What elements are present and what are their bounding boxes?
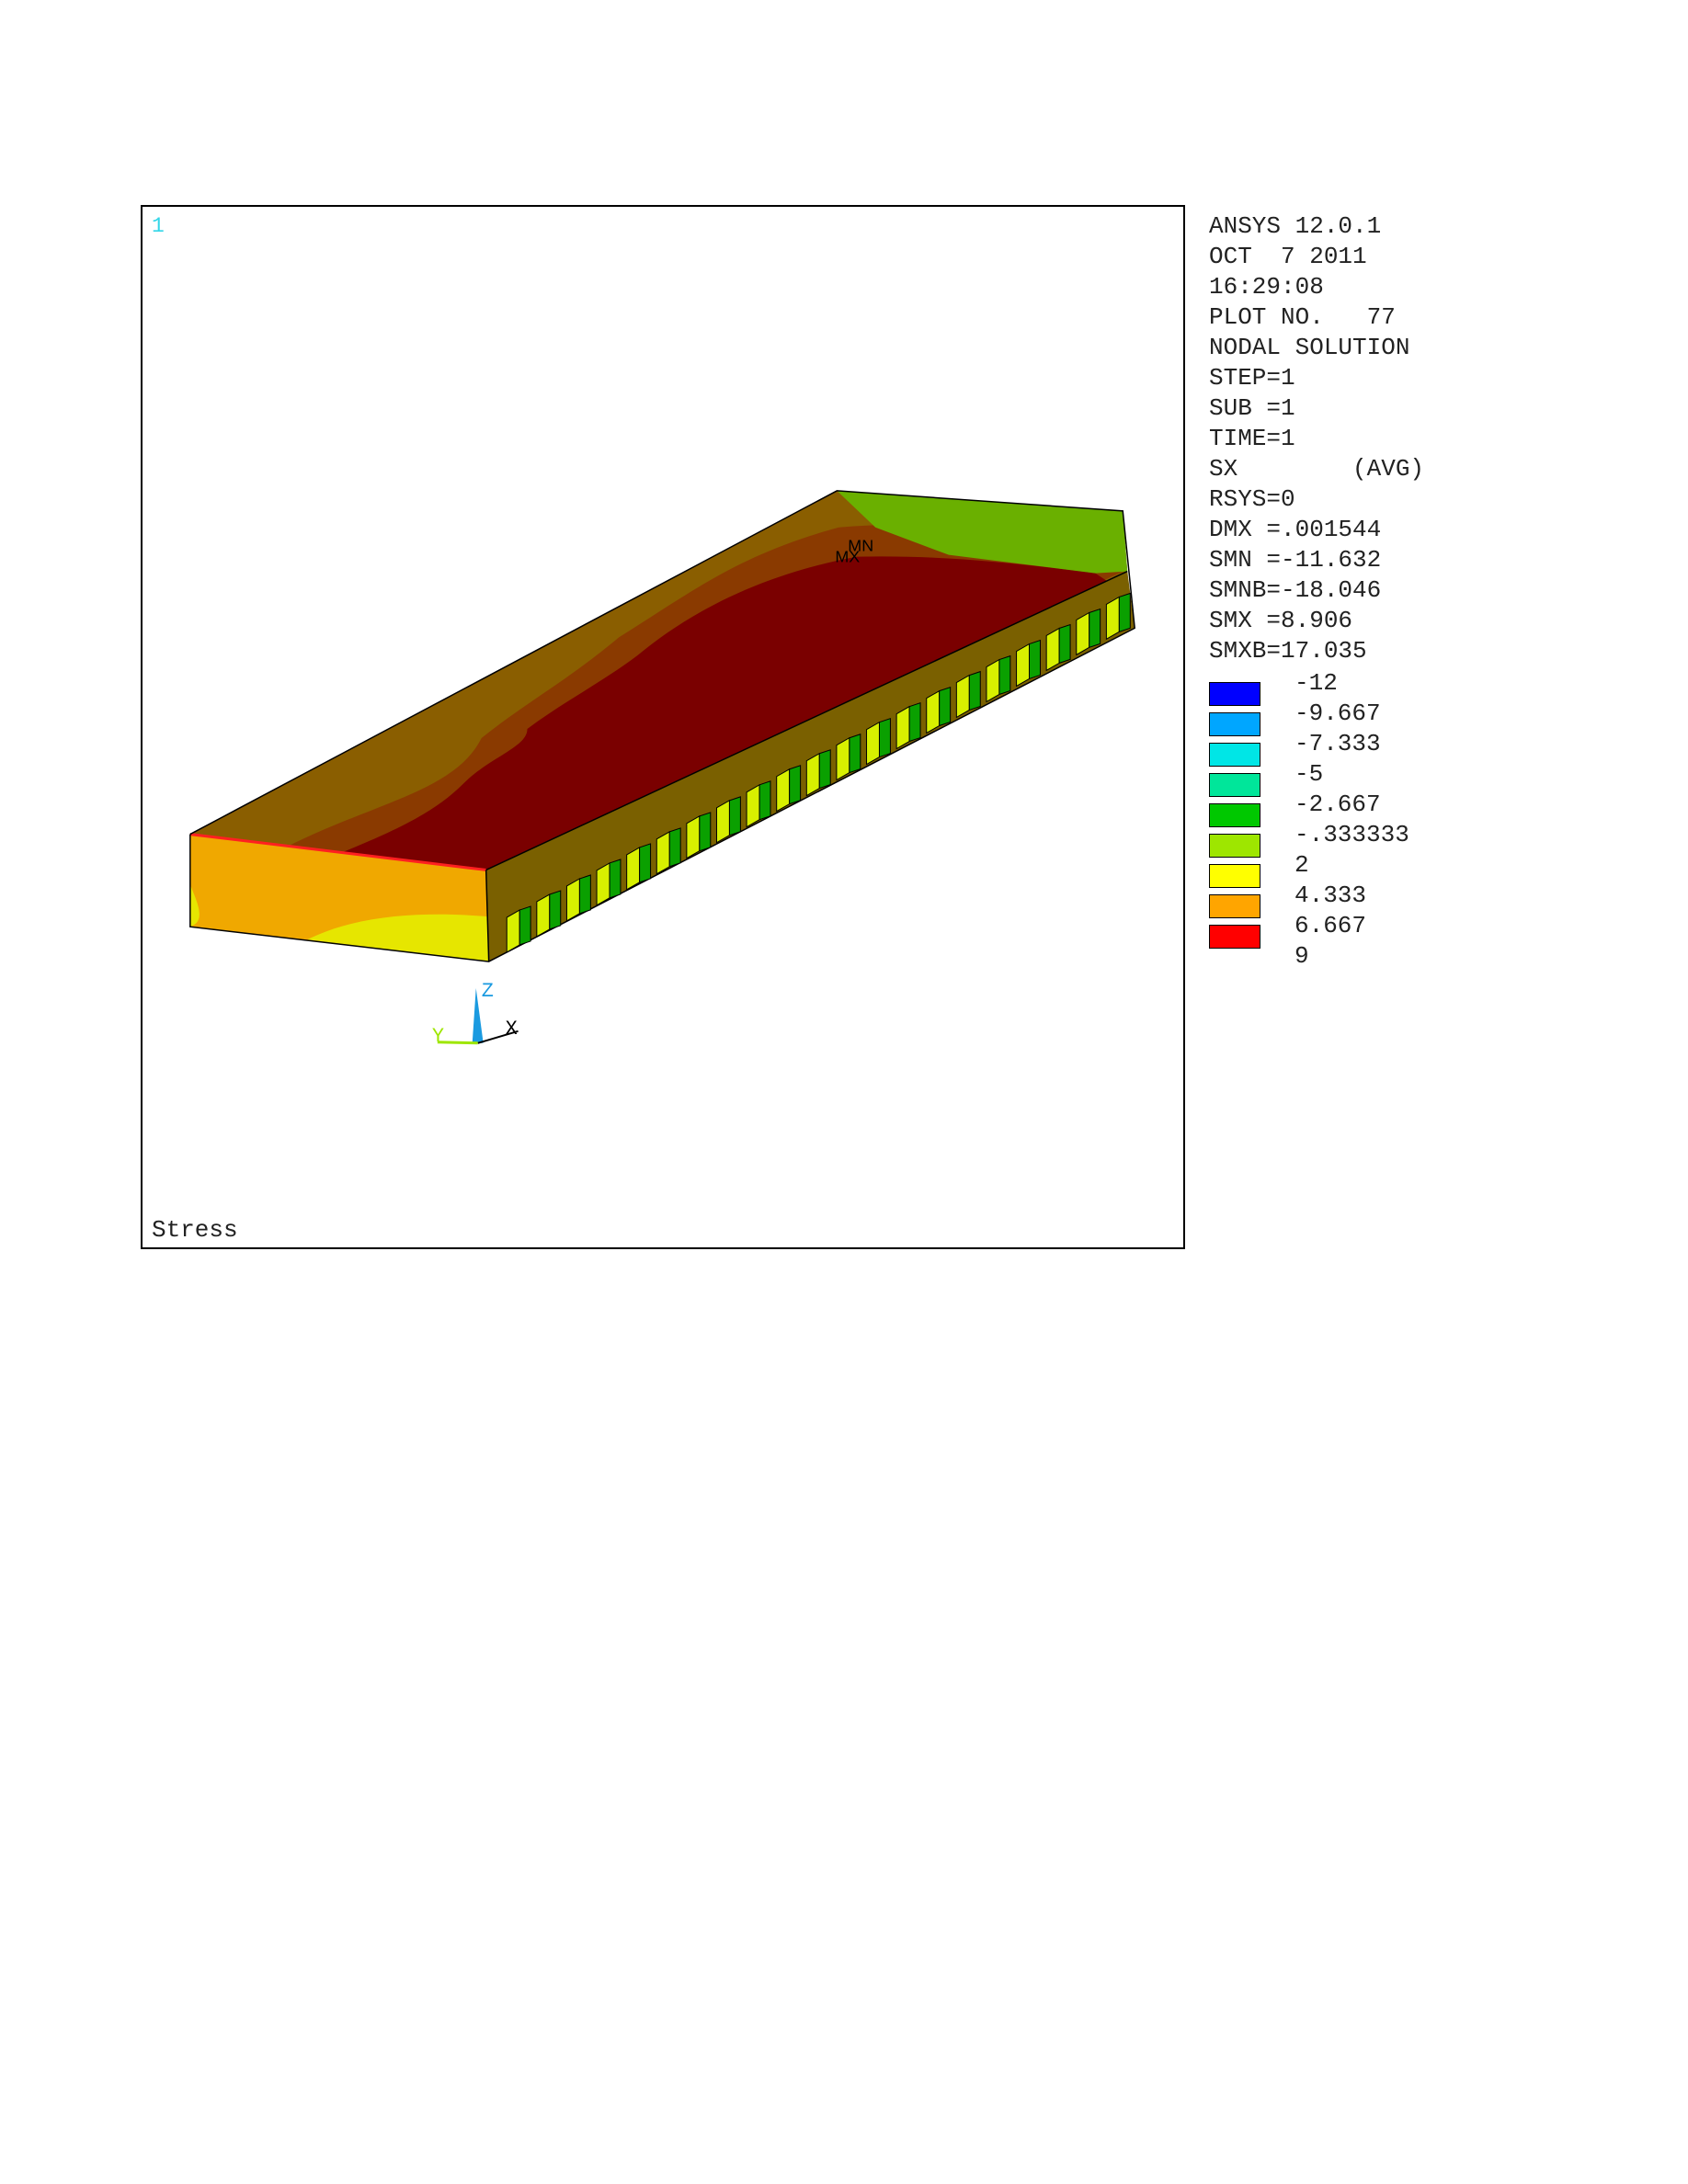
model-view: MN MX Z X Y [189, 490, 1135, 1048]
info-line: OCT 7 2011 [1209, 243, 1367, 270]
legend-swatch [1209, 712, 1260, 736]
info-line: PLOT NO. 77 [1209, 303, 1396, 331]
contour-legend: -12 -9.667 -7.333 -5 -2.667 -.333333 2 4.333 6.6… [1209, 669, 1577, 974]
info-line: ANSYS 12.0.1 [1209, 212, 1382, 240]
info-line: TIME=1 [1209, 425, 1295, 452]
info-line: NODAL SOLUTION [1209, 334, 1410, 361]
window-number: 1 [152, 214, 165, 238]
x-axis-label: X [506, 1018, 518, 1041]
info-line: RSYS=0 [1209, 485, 1295, 513]
legend-swatch [1209, 682, 1260, 706]
info-line: SMXB=17.035 [1209, 637, 1367, 665]
info-line: SUB =1 [1209, 394, 1295, 422]
legend-label: -12 [1295, 669, 1338, 697]
legend-swatch [1209, 894, 1260, 918]
max-marker: MX [835, 548, 860, 566]
legend-swatch [1209, 743, 1260, 767]
z-axis-label: Z [482, 980, 494, 1003]
legend-label: -5 [1295, 760, 1324, 788]
legend-label: 6.667 [1295, 912, 1367, 939]
info-line: SMNB=-18.046 [1209, 576, 1382, 604]
legend-label: -.333333 [1295, 821, 1409, 848]
legend-swatch [1209, 803, 1260, 827]
info-line: 16:29:08 [1209, 273, 1324, 301]
info-line: SX (AVG) [1209, 455, 1425, 483]
legend-label: -7.333 [1295, 730, 1381, 757]
y-axis-label: Y [432, 1025, 444, 1048]
legend-label: 2 [1295, 851, 1309, 879]
info-line: SMN =-11.632 [1209, 546, 1382, 574]
graphics-viewport[interactable]: MN MX Z X Y 1 Stress [141, 205, 1185, 1249]
legend-label: 9 [1295, 942, 1309, 970]
legend-swatch [1209, 834, 1260, 858]
legend-swatch [1209, 773, 1260, 797]
coordinate-triad: Z X Y [432, 980, 519, 1048]
info-line: DMX =.001544 [1209, 516, 1382, 543]
solution-info-panel: ANSYS 12.0.1 OCT 7 2011 16:29:08 PLOT NO. 7… [1209, 211, 1669, 666]
legend-label: -9.667 [1295, 700, 1381, 727]
legend-swatch [1209, 864, 1260, 888]
legend-label: -2.667 [1295, 791, 1381, 818]
info-line: STEP=1 [1209, 364, 1295, 392]
info-line: SMX =8.906 [1209, 607, 1353, 634]
legend-label: 4.333 [1295, 882, 1367, 909]
plot-caption: Stress [152, 1216, 238, 1244]
legend-swatch [1209, 925, 1260, 949]
